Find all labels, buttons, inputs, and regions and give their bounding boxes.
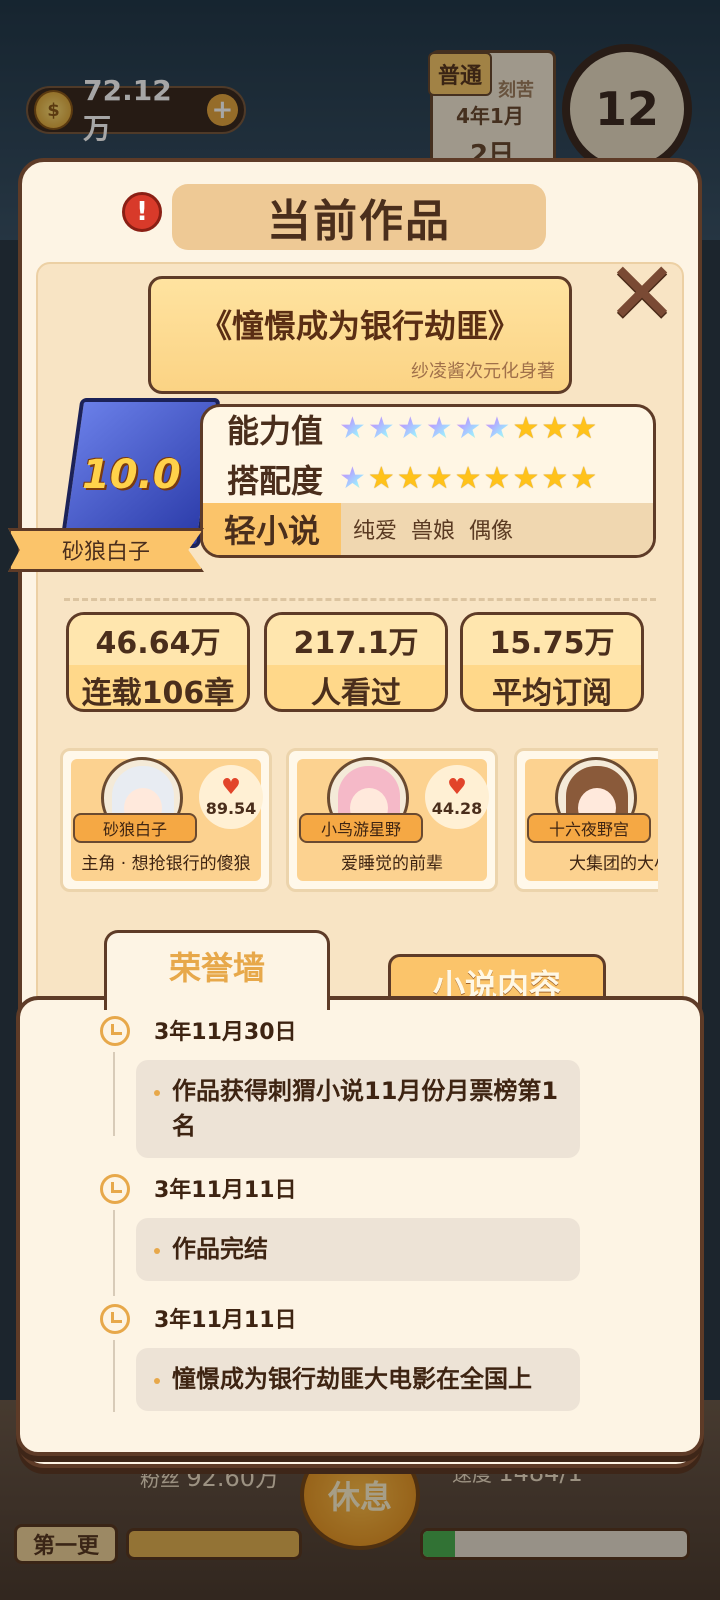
protagonist-ribbon: 砂狼白子 bbox=[8, 528, 204, 572]
stat-value: 217.1万 bbox=[267, 615, 445, 665]
match-stars: ★ ★ ★ ★ ★ ★ ★ ★ ★ bbox=[339, 464, 597, 494]
rainbow-star-icon: ★ bbox=[339, 461, 366, 496]
gold-star-icon: ★ bbox=[483, 461, 511, 496]
heart-icon: ♥ bbox=[447, 774, 467, 800]
genre-tags: 纯爱 兽娘 偶像 bbox=[353, 513, 513, 545]
stat-label: 连载106章 bbox=[81, 676, 235, 711]
affection-badge: ♥ 44.28 bbox=[425, 765, 489, 829]
dialog-title: 当前作品 bbox=[172, 184, 546, 250]
divider bbox=[64, 598, 656, 601]
match-label: 搭配度 bbox=[227, 462, 324, 500]
rainbow-star-icon: ★ bbox=[367, 411, 395, 446]
character-card[interactable]: ♥ 89.54 砂狼白子 主角 · 想抢银行的傻狼 bbox=[60, 748, 272, 892]
alert-icon[interactable]: ! bbox=[122, 192, 162, 232]
honor-wall-panel: 3年11月30日 作品获得刺猬小说11月份月票榜第1名 3年11月11日 作品完… bbox=[16, 996, 704, 1456]
character-desc: 爱睡觉的前辈 bbox=[341, 854, 443, 874]
affection-badge: ♥ 89.54 bbox=[199, 765, 263, 829]
gold-star-icon: ★ bbox=[541, 461, 569, 496]
gold-star-icon: ★ bbox=[454, 461, 482, 496]
character-card[interactable]: ♥ 44.28 小鸟游星野 爱睡觉的前辈 bbox=[286, 748, 498, 892]
clock-icon bbox=[100, 1174, 130, 1204]
stat-label: 人看过 bbox=[311, 676, 401, 711]
stat-label: 平均订阅 bbox=[492, 676, 612, 711]
honor-timeline[interactable]: 3年11月30日 作品获得刺猬小说11月份月票榜第1名 3年11月11日 作品完… bbox=[20, 1000, 700, 1412]
genre-tag: 纯爱 bbox=[353, 519, 398, 544]
close-icon[interactable]: ✕ bbox=[604, 251, 680, 337]
book-title: 《憧憬成为银行劫匪》 bbox=[199, 307, 520, 345]
character-desc: 大集团的大小 bbox=[569, 854, 658, 874]
tab-honor-wall[interactable]: 荣誉墙 bbox=[104, 930, 330, 1010]
rainbow-star-icon: ★ bbox=[454, 411, 482, 446]
character-name: 小鸟游星野 bbox=[299, 813, 423, 843]
stat-value: 46.64万 bbox=[69, 615, 247, 665]
genre-main: 轻小说 bbox=[203, 503, 341, 555]
gold-star-icon: ★ bbox=[570, 461, 598, 496]
character-name: 十六夜野宫 bbox=[527, 813, 651, 843]
genre-tag: 兽娘 bbox=[411, 519, 456, 544]
stat-card-subscriptions: 15.75万 平均订阅 bbox=[460, 612, 644, 712]
timeline-date: 3年11月30日 bbox=[154, 1020, 297, 1045]
ability-stars: ★ ★ ★ ★ ★ ★ ★ ★ ★ bbox=[339, 414, 597, 444]
gold-star-icon: ★ bbox=[396, 461, 424, 496]
stat-value: 15.75万 bbox=[463, 615, 641, 665]
ability-label: 能力值 bbox=[227, 412, 324, 450]
affection-value: 44.28 bbox=[431, 798, 483, 818]
book-title-card: 《憧憬成为银行劫匪》 纱凌酱次元化身著 bbox=[148, 276, 572, 394]
book-score: 10.0 bbox=[82, 452, 181, 498]
clock-icon bbox=[100, 1304, 130, 1334]
genre-row: 轻小说 纯爱 兽娘 偶像 bbox=[203, 503, 653, 555]
gold-star-icon: ★ bbox=[512, 461, 540, 496]
rating-box: 能力值 ★ ★ ★ ★ ★ ★ ★ ★ ★ 搭配度 ★ ★ ★ ★ ★ ★ ★ ★ ★ 轻小说 纯爱 兽娘 偶像 bbox=[200, 404, 656, 558]
stat-card-words: 46.64万 连载106章 bbox=[66, 612, 250, 712]
timeline-text: 作品完结 bbox=[136, 1218, 580, 1281]
character-list[interactable]: ♥ 89.54 砂狼白子 主角 · 想抢银行的傻狼 ♥ 44.28 小鸟游星野 … bbox=[58, 740, 658, 900]
character-name: 砂狼白子 bbox=[73, 813, 197, 843]
gold-star-icon: ★ bbox=[367, 461, 395, 496]
timeline-date: 3年11月11日 bbox=[154, 1178, 297, 1203]
gold-star-icon: ★ bbox=[425, 461, 453, 496]
rainbow-star-icon: ★ bbox=[483, 411, 511, 446]
character-desc: 主角 · 想抢银行的傻狼 bbox=[81, 854, 251, 874]
rainbow-star-icon: ★ bbox=[396, 411, 424, 446]
ability-row: 能力值 ★ ★ ★ ★ ★ ★ ★ ★ ★ bbox=[227, 409, 597, 450]
gold-star-icon: ★ bbox=[570, 411, 598, 446]
affection-value: 89.54 bbox=[205, 798, 257, 818]
match-row: 搭配度 ★ ★ ★ ★ ★ ★ ★ ★ ★ bbox=[227, 459, 597, 500]
heart-icon: ♥ bbox=[221, 774, 241, 800]
rainbow-star-icon: ★ bbox=[425, 411, 453, 446]
book-author: 纱凌酱次元化身著 bbox=[411, 361, 555, 382]
clock-icon bbox=[100, 1016, 130, 1046]
rainbow-star-icon: ★ bbox=[339, 411, 366, 446]
genre-tag: 偶像 bbox=[469, 519, 514, 544]
character-card[interactable]: 十六夜野宫 大集团的大小 bbox=[514, 748, 658, 892]
gold-star-icon: ★ bbox=[512, 411, 540, 446]
timeline-date: 3年11月11日 bbox=[154, 1308, 297, 1333]
stat-card-views: 217.1万 人看过 bbox=[264, 612, 448, 712]
timeline-text: 憧憬成为银行劫匪大电影在全国上 bbox=[136, 1348, 580, 1411]
gold-star-icon: ★ bbox=[541, 411, 569, 446]
timeline-text: 作品获得刺猬小说11月份月票榜第1名 bbox=[136, 1060, 580, 1158]
